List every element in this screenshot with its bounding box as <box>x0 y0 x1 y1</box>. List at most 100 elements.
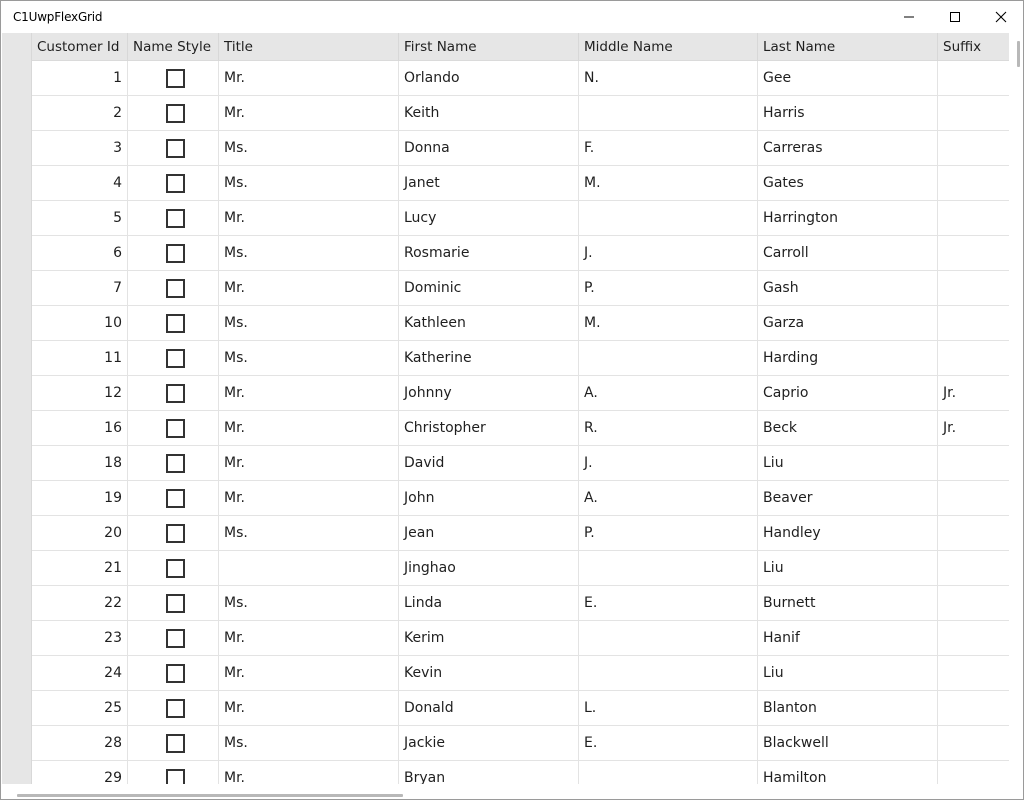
table-row[interactable]: 2 Mr. Keith Harris <box>2 96 1009 131</box>
name-style-checkbox[interactable] <box>166 699 185 718</box>
cell-first-name[interactable]: John <box>399 481 579 516</box>
cell-first-name[interactable]: Donna <box>399 131 579 166</box>
cell-first-name[interactable]: David <box>399 446 579 481</box>
column-header-customer-id[interactable]: Customer Id <box>32 33 128 61</box>
cell-name-style[interactable] <box>128 586 219 621</box>
name-style-checkbox[interactable] <box>166 384 185 403</box>
name-style-checkbox[interactable] <box>166 629 185 648</box>
name-style-checkbox[interactable] <box>166 244 185 263</box>
table-row[interactable]: 19 Mr. John A. Beaver <box>2 481 1009 516</box>
cell-first-name[interactable]: Katherine <box>399 341 579 376</box>
cell-middle-name[interactable]: F. <box>579 131 758 166</box>
cell-suffix[interactable] <box>938 446 1009 481</box>
cell-last-name[interactable]: Liu <box>758 446 938 481</box>
cell-name-style[interactable] <box>128 411 219 446</box>
cell-middle-name[interactable]: E. <box>579 586 758 621</box>
cell-first-name[interactable]: Kerim <box>399 621 579 656</box>
table-row[interactable]: 5 Mr. Lucy Harrington <box>2 201 1009 236</box>
cell-last-name[interactable]: Carroll <box>758 236 938 271</box>
cell-suffix[interactable] <box>938 761 1009 784</box>
name-style-checkbox[interactable] <box>166 594 185 613</box>
cell-first-name[interactable]: Jean <box>399 516 579 551</box>
cell-last-name[interactable]: Blanton <box>758 691 938 726</box>
cell-middle-name[interactable]: E. <box>579 726 758 761</box>
cell-name-style[interactable] <box>128 271 219 306</box>
cell-first-name[interactable]: Orlando <box>399 61 579 96</box>
cell-first-name[interactable]: Jackie <box>399 726 579 761</box>
cell-name-style[interactable] <box>128 691 219 726</box>
cell-last-name[interactable]: Gee <box>758 61 938 96</box>
cell-suffix[interactable] <box>938 61 1009 96</box>
cell-first-name[interactable]: Linda <box>399 586 579 621</box>
flex-grid[interactable]: Customer Id Name Style Title First Name … <box>2 33 1009 784</box>
cell-suffix[interactable] <box>938 341 1009 376</box>
cell-last-name[interactable]: Carreras <box>758 131 938 166</box>
cell-last-name[interactable]: Beck <box>758 411 938 446</box>
cell-customer-id[interactable]: 21 <box>32 551 128 586</box>
cell-suffix[interactable] <box>938 306 1009 341</box>
name-style-checkbox[interactable] <box>166 734 185 753</box>
cell-customer-id[interactable]: 1 <box>32 61 128 96</box>
cell-title[interactable]: Mr. <box>219 271 399 306</box>
cell-last-name[interactable]: Hanif <box>758 621 938 656</box>
cell-title[interactable] <box>219 551 399 586</box>
cell-first-name[interactable]: Kathleen <box>399 306 579 341</box>
cell-customer-id[interactable]: 10 <box>32 306 128 341</box>
cell-name-style[interactable] <box>128 761 219 784</box>
name-style-checkbox[interactable] <box>166 454 185 473</box>
cell-name-style[interactable] <box>128 551 219 586</box>
row-header[interactable] <box>2 271 32 306</box>
row-header[interactable] <box>2 236 32 271</box>
cell-name-style[interactable] <box>128 341 219 376</box>
cell-suffix[interactable] <box>938 166 1009 201</box>
cell-customer-id[interactable]: 16 <box>32 411 128 446</box>
table-row[interactable]: 16 Mr. Christopher R. Beck Jr. <box>2 411 1009 446</box>
name-style-checkbox[interactable] <box>166 139 185 158</box>
cell-customer-id[interactable]: 28 <box>32 726 128 761</box>
row-header[interactable] <box>2 621 32 656</box>
column-header-name-style[interactable]: Name Style <box>128 33 219 61</box>
cell-customer-id[interactable]: 4 <box>32 166 128 201</box>
name-style-checkbox[interactable] <box>166 349 185 368</box>
cell-suffix[interactable] <box>938 96 1009 131</box>
cell-last-name[interactable]: Handley <box>758 516 938 551</box>
close-button[interactable] <box>978 1 1023 33</box>
cell-title[interactable]: Ms. <box>219 236 399 271</box>
cell-customer-id[interactable]: 22 <box>32 586 128 621</box>
cell-title[interactable]: Mr. <box>219 691 399 726</box>
cell-last-name[interactable]: Beaver <box>758 481 938 516</box>
column-header-first-name[interactable]: First Name <box>399 33 579 61</box>
table-row[interactable]: 10 Ms. Kathleen M. Garza <box>2 306 1009 341</box>
table-row[interactable]: 28 Ms. Jackie E. Blackwell <box>2 726 1009 761</box>
cell-customer-id[interactable]: 3 <box>32 131 128 166</box>
row-header[interactable] <box>2 341 32 376</box>
cell-last-name[interactable]: Liu <box>758 551 938 586</box>
cell-suffix[interactable] <box>938 481 1009 516</box>
name-style-checkbox[interactable] <box>166 664 185 683</box>
row-header[interactable] <box>2 691 32 726</box>
cell-customer-id[interactable]: 11 <box>32 341 128 376</box>
cell-title[interactable]: Ms. <box>219 586 399 621</box>
cell-title[interactable]: Mr. <box>219 656 399 691</box>
horizontal-scrollbar-thumb[interactable] <box>17 794 403 797</box>
row-header[interactable] <box>2 481 32 516</box>
cell-middle-name[interactable] <box>579 341 758 376</box>
row-header[interactable] <box>2 376 32 411</box>
cell-middle-name[interactable]: M. <box>579 166 758 201</box>
name-style-checkbox[interactable] <box>166 314 185 333</box>
cell-suffix[interactable] <box>938 271 1009 306</box>
name-style-checkbox[interactable] <box>166 174 185 193</box>
cell-name-style[interactable] <box>128 726 219 761</box>
cell-customer-id[interactable]: 29 <box>32 761 128 784</box>
cell-first-name[interactable]: Donald <box>399 691 579 726</box>
row-header[interactable] <box>2 761 32 784</box>
table-row[interactable]: 4 Ms. Janet M. Gates <box>2 166 1009 201</box>
cell-name-style[interactable] <box>128 516 219 551</box>
cell-last-name[interactable]: Caprio <box>758 376 938 411</box>
cell-customer-id[interactable]: 23 <box>32 621 128 656</box>
row-header[interactable] <box>2 446 32 481</box>
cell-suffix[interactable] <box>938 516 1009 551</box>
row-header[interactable] <box>2 306 32 341</box>
cell-last-name[interactable]: Garza <box>758 306 938 341</box>
column-header-title[interactable]: Title <box>219 33 399 61</box>
